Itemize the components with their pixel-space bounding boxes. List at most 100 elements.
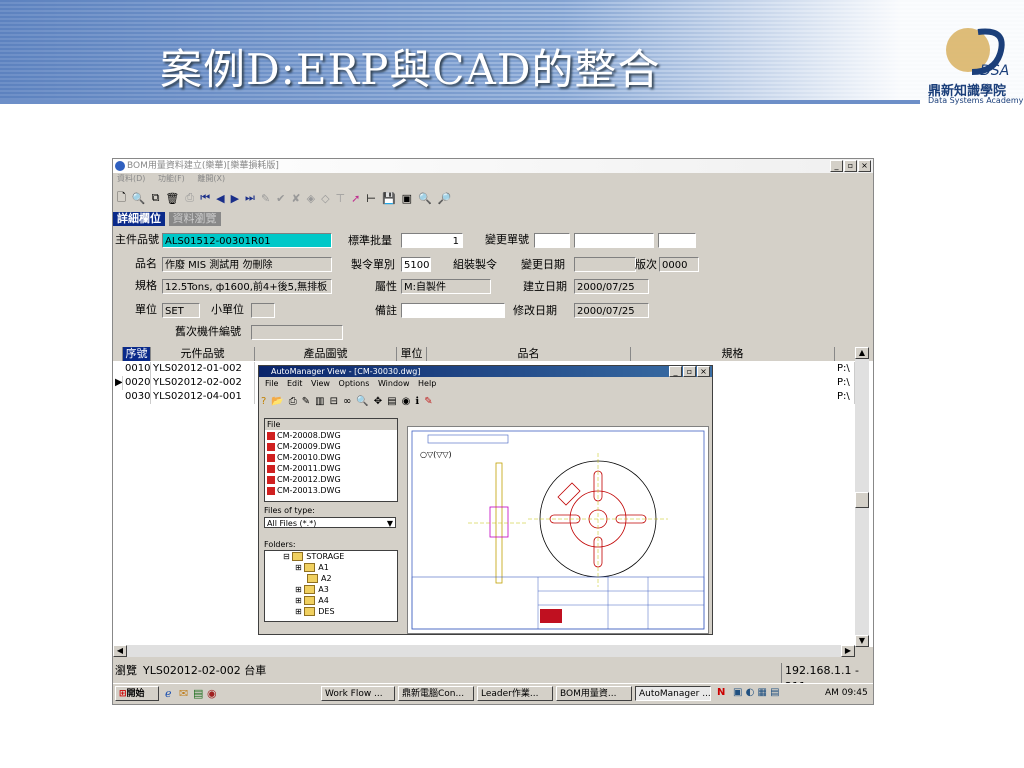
unapprove-icon[interactable]: ◇ bbox=[321, 192, 329, 205]
last-record-icon[interactable]: ⏭ bbox=[245, 191, 255, 205]
quicklaunch-outlook-icon[interactable]: ✉ bbox=[179, 687, 188, 700]
batch-item-field[interactable] bbox=[251, 325, 343, 340]
print-icon[interactable]: ⎙ bbox=[185, 191, 194, 205]
tree-item[interactable]: ⊞ A3 bbox=[265, 584, 397, 595]
minimize-button[interactable]: _ bbox=[830, 160, 843, 172]
am-minimize-button[interactable]: _ bbox=[669, 366, 682, 377]
tree-icon[interactable]: ⊢ bbox=[366, 192, 376, 205]
eye-icon[interactable]: ◉ bbox=[402, 396, 411, 407]
list-item[interactable]: CM-20012.DWG bbox=[265, 474, 397, 485]
spec-field[interactable]: 12.5Tons, ф1600,前4+後5,無排板 bbox=[162, 279, 332, 294]
close-button[interactable]: × bbox=[858, 160, 871, 172]
first-record-icon[interactable]: ⏮ bbox=[200, 191, 210, 205]
compare-icon[interactable]: ⊟ bbox=[330, 396, 338, 407]
tab-data-browse[interactable]: 資料瀏覽 bbox=[168, 212, 221, 226]
am-menu-view[interactable]: View bbox=[311, 379, 330, 388]
col-spec[interactable]: 規格 bbox=[631, 347, 835, 361]
pan-icon[interactable]: ✥ bbox=[374, 396, 382, 407]
maximize-button[interactable]: ▫ bbox=[844, 160, 857, 172]
grid-vertical-scrollbar[interactable]: ▲ ▼ bbox=[855, 347, 869, 647]
task-dsc-con[interactable]: 鼎新電腦Con... bbox=[398, 686, 474, 701]
tab-detail-fields[interactable]: 詳細欄位 bbox=[113, 212, 165, 226]
am-menu-help[interactable]: Help bbox=[418, 379, 436, 388]
wizard-icon[interactable]: ➚ bbox=[351, 192, 360, 205]
tree-item[interactable]: ⊟ STORAGE bbox=[265, 551, 397, 562]
col-part-no[interactable]: 元件品號 bbox=[151, 347, 255, 361]
menu-function[interactable]: 功能(F) bbox=[158, 174, 185, 183]
list-item[interactable]: CM-20010.DWG bbox=[265, 452, 397, 463]
col-unit[interactable]: 單位 bbox=[397, 347, 427, 361]
quicklaunch-desktop-icon[interactable]: ▤ bbox=[193, 687, 203, 700]
modify-date-field[interactable]: 2000/07/25 bbox=[574, 303, 649, 318]
view-mode-icon[interactable]: ▥ bbox=[315, 396, 324, 407]
am-menu-edit[interactable]: Edit bbox=[287, 379, 303, 388]
new-doc-icon[interactable]: 🗋 bbox=[117, 189, 126, 208]
menu-exit[interactable]: 離開(X) bbox=[197, 174, 225, 183]
am-maximize-button[interactable]: ▫ bbox=[683, 366, 696, 377]
tree-item[interactable]: ⊞ A4 bbox=[265, 595, 397, 606]
open-folder-icon[interactable]: 📂 bbox=[271, 396, 283, 407]
menu-data[interactable]: 資料(D) bbox=[117, 174, 145, 183]
task-automanager[interactable]: AutoManager ... bbox=[635, 686, 711, 701]
col-name[interactable]: 品名 bbox=[427, 347, 631, 361]
files-of-type-select[interactable]: All Files (*.*) ▼ bbox=[264, 517, 396, 528]
delete-icon[interactable]: 🗑 bbox=[165, 192, 179, 205]
list-item[interactable]: CM-20013.DWG bbox=[265, 485, 397, 496]
am-menu-file[interactable]: File bbox=[265, 379, 278, 388]
tree-item[interactable]: ⊞ A1 bbox=[265, 562, 397, 573]
mfg-order-field[interactable]: 5100 bbox=[401, 257, 431, 272]
unit-field[interactable]: SET bbox=[162, 303, 200, 318]
task-bom[interactable]: BOM用量資... bbox=[556, 686, 632, 701]
quicklaunch-ie-icon[interactable]: ℯ bbox=[165, 687, 172, 700]
attr-field[interactable]: M:自製件 bbox=[401, 279, 491, 294]
am-menu-options[interactable]: Options bbox=[339, 379, 370, 388]
col-drawing-no[interactable]: 產品圖號 bbox=[255, 347, 397, 361]
save-all-icon[interactable]: ▣ bbox=[402, 192, 412, 205]
list-item[interactable]: CM-20008.DWG bbox=[265, 430, 397, 441]
info-icon[interactable]: ℹ bbox=[415, 396, 419, 407]
am-close-button[interactable]: × bbox=[697, 366, 710, 377]
tray-icons[interactable]: ▣ ◐ ▦ ▤ bbox=[733, 687, 780, 698]
col-seq[interactable]: 序號 bbox=[123, 347, 151, 361]
tree-item[interactable]: ⊞ DES bbox=[265, 606, 397, 617]
list-item[interactable]: CM-20009.DWG bbox=[265, 441, 397, 452]
cancel-icon[interactable]: ✘ bbox=[291, 192, 300, 205]
scroll-thumb[interactable] bbox=[855, 492, 869, 508]
scroll-left-icon[interactable]: ◀ bbox=[113, 645, 127, 657]
change-no-type-field[interactable] bbox=[534, 233, 570, 248]
change-no-seq-field[interactable] bbox=[658, 233, 696, 248]
prev-record-icon[interactable]: ◀ bbox=[216, 192, 224, 205]
edit-drawing-icon[interactable]: ✎ bbox=[424, 396, 432, 407]
version-field[interactable]: 0000 bbox=[659, 257, 699, 272]
search-next-icon[interactable]: 🔎 bbox=[438, 192, 452, 205]
scroll-up-icon[interactable]: ▲ bbox=[855, 347, 869, 359]
grid-horizontal-scrollbar[interactable]: ◀ ▶ bbox=[113, 645, 855, 657]
next-record-icon[interactable]: ▶ bbox=[231, 192, 239, 205]
preview-icon[interactable]: 🔍 bbox=[132, 192, 146, 205]
task-leader[interactable]: Leader作業... bbox=[477, 686, 553, 701]
main-part-field[interactable]: ALS01512-00301R01 bbox=[162, 233, 332, 248]
task-workflow[interactable]: Work Flow ... bbox=[321, 686, 395, 701]
search-icon[interactable]: 🔍 bbox=[418, 192, 432, 205]
tree-item[interactable]: A2 bbox=[265, 573, 397, 584]
std-batch-field[interactable]: 1 bbox=[401, 233, 463, 248]
confirm-icon[interactable]: ✔ bbox=[276, 192, 285, 205]
scroll-right-icon[interactable]: ▶ bbox=[841, 645, 855, 657]
change-no-field[interactable] bbox=[574, 233, 654, 248]
markup-icon[interactable]: ✎ bbox=[302, 396, 310, 407]
name-field[interactable]: 作廢 MIS 測試用 勿刪除 bbox=[162, 257, 332, 272]
am-menu-window[interactable]: Window bbox=[378, 379, 410, 388]
change-date-field[interactable] bbox=[574, 257, 636, 272]
zoom-icon[interactable]: 🔍 bbox=[356, 396, 368, 407]
save-icon[interactable]: 💾 bbox=[382, 192, 396, 205]
subunit-field[interactable] bbox=[251, 303, 275, 318]
cad-drawing-viewport[interactable]: ○▽(▽▽) bbox=[407, 426, 709, 634]
filter-icon[interactable]: ⊤ bbox=[336, 192, 346, 205]
edit-icon[interactable]: ✎ bbox=[261, 192, 270, 205]
approve-icon[interactable]: ◈ bbox=[307, 192, 315, 205]
start-button[interactable]: ⊞開始 bbox=[115, 686, 159, 701]
scroll-down-icon[interactable]: ▼ bbox=[855, 635, 869, 647]
quicklaunch-channel-icon[interactable]: ◉ bbox=[207, 687, 217, 700]
create-date-field[interactable]: 2000/07/25 bbox=[574, 279, 649, 294]
list-item[interactable]: CM-20011.DWG bbox=[265, 463, 397, 474]
